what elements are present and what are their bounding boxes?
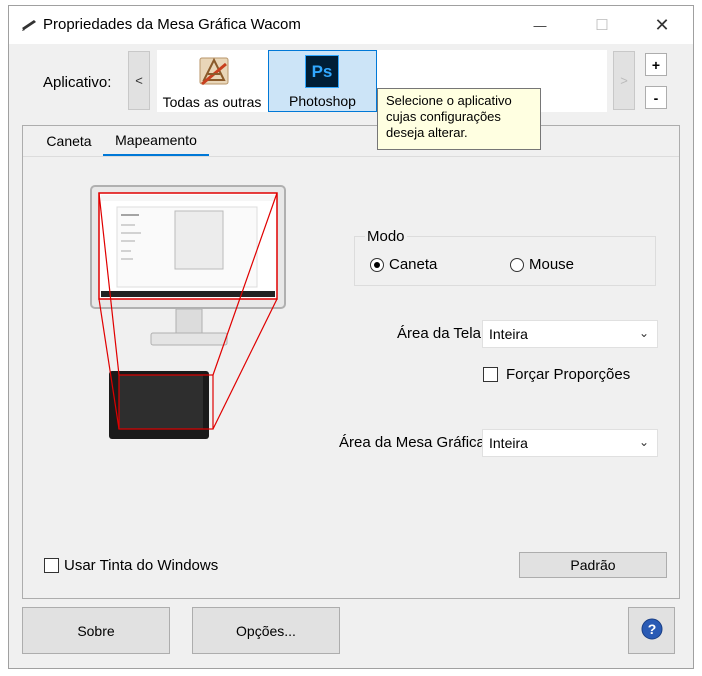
tab-divider xyxy=(23,156,679,157)
close-icon: ✕ xyxy=(654,14,670,35)
app-tile-photoshop[interactable]: Ps Photoshop xyxy=(268,50,377,112)
app-label: Aplicativo: xyxy=(43,74,112,91)
wacom-properties-window: Propriedades da Mesa Gráfica Wacom — ☐ ✕… xyxy=(8,5,694,669)
app-name: Photoshop xyxy=(289,93,356,109)
tooltip-line: Selecione o aplicativo xyxy=(386,93,512,108)
radio-selected-dot xyxy=(374,262,380,268)
chevron-down-icon: ⌄ xyxy=(638,435,649,449)
minimize-icon: — xyxy=(533,17,547,33)
chevron-left-icon: < xyxy=(135,73,143,88)
help-button[interactable]: ? xyxy=(628,607,675,654)
app-tooltip: Selecione o aplicativo cujas configuraçõ… xyxy=(377,88,541,150)
monitor-stand xyxy=(175,308,203,334)
chevron-down-icon: ⌄ xyxy=(638,326,649,340)
svg-text:?: ? xyxy=(647,621,656,637)
options-button[interactable]: Opções... xyxy=(192,607,340,654)
minimize-button[interactable]: — xyxy=(517,6,563,44)
tablet-area-label: Área da Mesa Gráfica: xyxy=(339,434,490,451)
mode-label: Modo xyxy=(365,228,407,245)
screen-area-select[interactable]: Inteira ⌄ xyxy=(482,320,658,348)
screen-area-label: Área da Tela: xyxy=(397,325,486,342)
app-next-button[interactable]: > xyxy=(613,51,635,110)
tab-label: Mapeamento xyxy=(115,132,197,148)
tab-label: Caneta xyxy=(46,133,92,149)
default-button[interactable]: Padrão xyxy=(519,552,667,578)
app-name: Todas as outras xyxy=(162,94,262,110)
app-tile-all-others[interactable]: Todas as outras xyxy=(157,50,267,112)
window-title: Propriedades da Mesa Gráfica Wacom xyxy=(43,16,301,33)
windows-ink-checkbox[interactable] xyxy=(44,558,59,573)
force-proportions-label[interactable]: Forçar Proporções xyxy=(506,366,630,383)
force-proportions-checkbox[interactable] xyxy=(483,367,498,382)
title-bar: Propriedades da Mesa Gráfica Wacom — ☐ ✕ xyxy=(9,6,693,44)
close-button[interactable]: ✕ xyxy=(639,6,685,44)
maximize-button[interactable]: ☐ xyxy=(579,6,625,44)
remove-app-button[interactable]: - xyxy=(645,86,667,109)
all-apps-icon xyxy=(194,56,234,93)
about-button[interactable]: Sobre xyxy=(22,607,170,654)
add-app-button[interactable]: + xyxy=(645,53,667,76)
tablet-active-area xyxy=(119,375,203,429)
tablet-area-value: Inteira xyxy=(489,435,528,451)
mapping-illustration xyxy=(90,185,286,439)
tablet-pen-icon xyxy=(21,18,37,34)
monitor-base xyxy=(150,332,228,346)
tablet-area-select[interactable]: Inteira ⌄ xyxy=(482,429,658,457)
photoshop-icon: Ps xyxy=(305,55,339,88)
options-button-label: Opções... xyxy=(236,622,296,639)
mini-taskbar xyxy=(101,291,275,297)
mode-caneta-label[interactable]: Caneta xyxy=(389,256,437,273)
screen-area-value: Inteira xyxy=(489,326,528,342)
help-icon: ? xyxy=(641,618,663,643)
chevron-right-icon: > xyxy=(620,73,628,88)
maximize-icon: ☐ xyxy=(595,17,609,34)
tab-mapeamento[interactable]: Mapeamento xyxy=(103,126,209,156)
mapping-line xyxy=(212,298,278,430)
app-prev-button[interactable]: < xyxy=(128,51,150,110)
windows-ink-label[interactable]: Usar Tinta do Windows xyxy=(64,557,218,574)
about-button-label: Sobre xyxy=(77,622,115,639)
mini-titlebar xyxy=(101,195,275,201)
tooltip-line: deseja alterar. xyxy=(386,125,468,140)
tab-caneta[interactable]: Caneta xyxy=(37,126,101,156)
mini-dialog xyxy=(174,210,224,270)
tooltip-line: cujas configurações xyxy=(386,109,501,124)
minus-icon: - xyxy=(653,89,659,106)
plus-icon: + xyxy=(651,56,661,73)
mode-caneta-radio[interactable] xyxy=(370,258,384,272)
mode-mouse-radio[interactable] xyxy=(510,258,524,272)
mode-mouse-label[interactable]: Mouse xyxy=(529,256,574,273)
default-button-label: Padrão xyxy=(570,557,616,573)
